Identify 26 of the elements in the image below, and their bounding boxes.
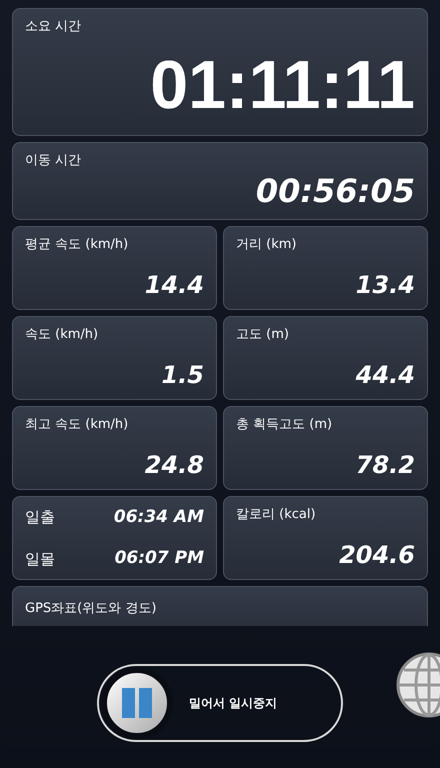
stat-label: 총 획득고도 (m) — [236, 416, 334, 434]
pause-icon — [120, 686, 154, 720]
sun-time-label: 일출 — [25, 507, 55, 528]
stat-value: 13.4 — [356, 273, 415, 297]
stat-label: 최고 속도 (km/h) — [25, 416, 130, 434]
stat-value: 204.6 — [339, 543, 415, 567]
sun-time-value: 06:34 AM — [114, 506, 204, 528]
moving-time-label: 이동 시간 — [25, 152, 82, 170]
pause-handle[interactable] — [101, 667, 173, 739]
stat-value: 14.4 — [144, 273, 204, 297]
stat-label: 칼로리 (kcal) — [236, 506, 317, 524]
stat-value: 1.5 — [161, 363, 204, 387]
pause-slider[interactable]: 밀어서 일시중지 — [97, 664, 343, 742]
stat-value: 24.8 — [144, 453, 204, 477]
sun-time-label: 일몰 — [25, 548, 55, 570]
stat-value: 78.2 — [356, 453, 415, 477]
stat-label: 거리 (km) — [236, 236, 298, 254]
slider-label: 밀어서 일시중지 — [189, 695, 278, 712]
stat-label: 속도 (km/h) — [25, 326, 100, 344]
stat-label: 평균 속도 (km/h) — [25, 236, 130, 254]
moving-time-value: 00:56:05 — [256, 175, 415, 207]
gps-label: GPS좌표(위도와 경도) — [25, 601, 156, 616]
sun-time-value: 06:07 PM — [114, 547, 204, 570]
total-time-label: 소요 시간 — [25, 18, 82, 36]
stat-label: 고도 (m) — [236, 326, 290, 344]
stat-value: 44.4 — [356, 363, 415, 387]
